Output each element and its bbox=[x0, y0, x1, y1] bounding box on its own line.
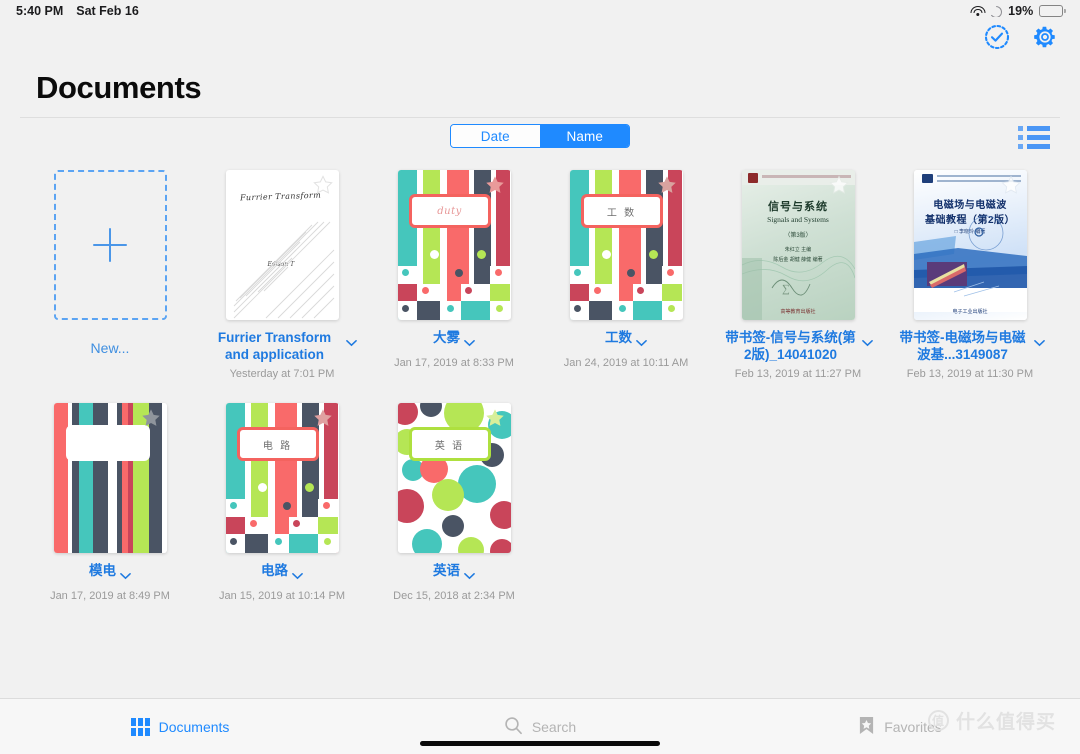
thumbnail-handwriting-title: 英 语 bbox=[434, 440, 465, 452]
star-badge-icon bbox=[312, 407, 334, 434]
document-cell[interactable]: 信号与系统 Signals and Systems （第3版） 朱红立 主编 陈… bbox=[712, 170, 884, 381]
document-caption: 英语 Dec 15, 2018 at 2:34 PM bbox=[379, 562, 529, 603]
thumbnail-handwriting-title: 电 路 bbox=[262, 440, 293, 452]
document-caption: Furrier Transform and application Yester… bbox=[207, 329, 357, 381]
thumbnail-handwriting-title: 工 数 bbox=[606, 207, 637, 219]
document-date: Jan 24, 2019 at 10:11 AM bbox=[563, 357, 689, 369]
tab-search[interactable]: Search bbox=[360, 716, 720, 738]
battery-icon bbox=[1039, 5, 1066, 17]
star-badge-icon bbox=[656, 174, 678, 201]
document-caption: 带书签-信号与系统(第2版)_14041020 Feb 13, 2019 at … bbox=[723, 329, 873, 381]
document-date: Yesterday at 7:01 PM bbox=[229, 368, 335, 380]
chevron-down-icon[interactable] bbox=[292, 567, 303, 585]
bottom-tab-bar: Documents Search Favorites bbox=[0, 698, 1080, 754]
search-icon bbox=[504, 716, 523, 738]
sort-segmented-control[interactable]: Date Name bbox=[450, 124, 630, 148]
bookmark-star-icon bbox=[858, 716, 875, 738]
battery-percent: 19% bbox=[1008, 4, 1034, 18]
chevron-down-icon[interactable] bbox=[346, 334, 357, 352]
document-caption: 大雾 Jan 17, 2019 at 8:33 PM bbox=[379, 329, 529, 370]
document-title[interactable]: 模电 bbox=[89, 562, 116, 579]
chevron-down-icon[interactable] bbox=[636, 334, 647, 352]
sort-option-name[interactable]: Name bbox=[539, 125, 629, 147]
document-title[interactable]: 大雾 bbox=[433, 329, 460, 346]
document-title[interactable]: Furrier Transform and application bbox=[207, 329, 342, 363]
sort-bar: Date Name bbox=[0, 124, 1080, 148]
thumbnail-handwriting-title: duty bbox=[437, 205, 462, 217]
tab-documents[interactable]: Documents bbox=[0, 717, 360, 736]
document-date: Jan 17, 2019 at 8:33 PM bbox=[394, 357, 514, 369]
tab-search-label: Search bbox=[531, 718, 577, 735]
watermark: 值 什么值得买 bbox=[927, 707, 1056, 734]
new-document-button[interactable] bbox=[53, 170, 167, 320]
new-document-cell[interactable]: New... bbox=[24, 170, 196, 381]
document-cell[interactable]: Furrier Transform Edison T Furrier Trans… bbox=[196, 170, 368, 381]
dashed-check-circle-icon[interactable] bbox=[984, 24, 1010, 50]
wifi-icon bbox=[970, 5, 986, 17]
chevron-down-icon[interactable] bbox=[1034, 334, 1045, 352]
thumbnail-label-box: duty bbox=[408, 194, 491, 228]
document-title[interactable]: 工数 bbox=[605, 329, 632, 346]
status-bar-left: 5:40 PM Sat Feb 16 bbox=[16, 4, 139, 18]
status-date: Sat Feb 16 bbox=[76, 4, 139, 18]
page-title: Documents bbox=[36, 70, 202, 105]
document-cell[interactable]: 电磁场与电磁波 基础教程（第2版） □ 李晓玲 编著 电子工业出版社 带书签-电… bbox=[884, 170, 1056, 381]
star-badge-icon bbox=[828, 174, 850, 201]
document-title[interactable]: 带书签-信号与系统(第2版)_14041020 bbox=[723, 329, 858, 363]
document-cell[interactable]: duty 大雾 Jan 17, 2019 at 8:33 PM bbox=[368, 170, 540, 381]
book-publisher: 高等教育出版社 bbox=[780, 309, 816, 315]
gear-icon[interactable] bbox=[1032, 24, 1058, 50]
thumbnail-label-box: 电 路 bbox=[236, 427, 319, 461]
documents-grid: New... Furrier Transform Edison T Furrie… bbox=[24, 170, 1056, 603]
status-bar-right: 19% bbox=[970, 4, 1066, 18]
chevron-down-icon[interactable] bbox=[464, 334, 475, 352]
document-cell[interactable]: 工 数 工数 Jan 24, 2019 at 10:11 AM bbox=[540, 170, 712, 381]
document-date: Feb 13, 2019 at 11:30 PM bbox=[906, 368, 1034, 380]
grid-icon bbox=[130, 717, 150, 736]
document-date: Feb 13, 2019 at 11:27 PM bbox=[734, 368, 862, 380]
document-date: Jan 15, 2019 at 10:14 PM bbox=[219, 590, 345, 602]
document-cell[interactable]: 电 路 电路 Jan 15, 2019 at 10:14 PM bbox=[196, 403, 368, 603]
star-badge-icon bbox=[312, 174, 334, 201]
book-publisher: 电子工业出版社 bbox=[952, 309, 988, 315]
thumbnail-label-box bbox=[65, 425, 150, 461]
star-badge-icon bbox=[1000, 174, 1022, 201]
ipad-documents-screen: 5:40 PM Sat Feb 16 19% Documents Date Na… bbox=[0, 0, 1080, 754]
star-badge-icon bbox=[484, 174, 506, 201]
document-caption: 工数 Jan 24, 2019 at 10:11 AM bbox=[551, 329, 701, 370]
document-caption: 电路 Jan 15, 2019 at 10:14 PM bbox=[207, 562, 357, 603]
svg-text:∑: ∑ bbox=[782, 283, 790, 295]
sort-option-date[interactable]: Date bbox=[451, 125, 540, 147]
document-title[interactable]: 英语 bbox=[433, 562, 460, 579]
watermark-text: 什么值得买 bbox=[955, 712, 1056, 733]
status-bar: 5:40 PM Sat Feb 16 19% bbox=[0, 0, 1080, 22]
document-title[interactable]: 电路 bbox=[261, 562, 288, 579]
watermark-mark: 值 bbox=[927, 710, 949, 731]
star-badge-icon bbox=[484, 407, 506, 434]
thumbnail-label-box: 工 数 bbox=[580, 194, 663, 228]
list-view-icon[interactable] bbox=[1018, 126, 1050, 153]
chevron-down-icon[interactable] bbox=[862, 334, 873, 352]
tab-documents-label: Documents bbox=[158, 718, 230, 735]
moon-icon bbox=[991, 5, 1003, 17]
new-document-label[interactable]: New... bbox=[91, 340, 130, 356]
document-caption: 模电 Jan 17, 2019 at 8:49 PM bbox=[35, 562, 185, 603]
thumbnail-label-box: 英 语 bbox=[408, 427, 491, 461]
chevron-down-icon[interactable] bbox=[120, 567, 131, 585]
document-title[interactable]: 带书签-电磁场与电磁波基...3149087 bbox=[895, 329, 1030, 363]
home-indicator[interactable] bbox=[420, 741, 660, 746]
top-action-bar bbox=[984, 24, 1058, 50]
document-cell[interactable]: 英 语 英语 Dec 15, 2018 at 2:34 PM bbox=[368, 403, 540, 603]
plus-icon bbox=[93, 228, 127, 262]
document-caption: 带书签-电磁场与电磁波基...3149087 Feb 13, 2019 at 1… bbox=[895, 329, 1045, 381]
status-time: 5:40 PM bbox=[16, 4, 64, 18]
chevron-down-icon[interactable] bbox=[464, 567, 475, 585]
header-divider bbox=[20, 117, 1060, 118]
document-date: Jan 17, 2019 at 8:49 PM bbox=[50, 590, 170, 602]
document-date: Dec 15, 2018 at 2:34 PM bbox=[393, 590, 515, 602]
star-badge-icon bbox=[140, 407, 162, 434]
document-cell[interactable]: 模电 Jan 17, 2019 at 8:49 PM bbox=[24, 403, 196, 603]
